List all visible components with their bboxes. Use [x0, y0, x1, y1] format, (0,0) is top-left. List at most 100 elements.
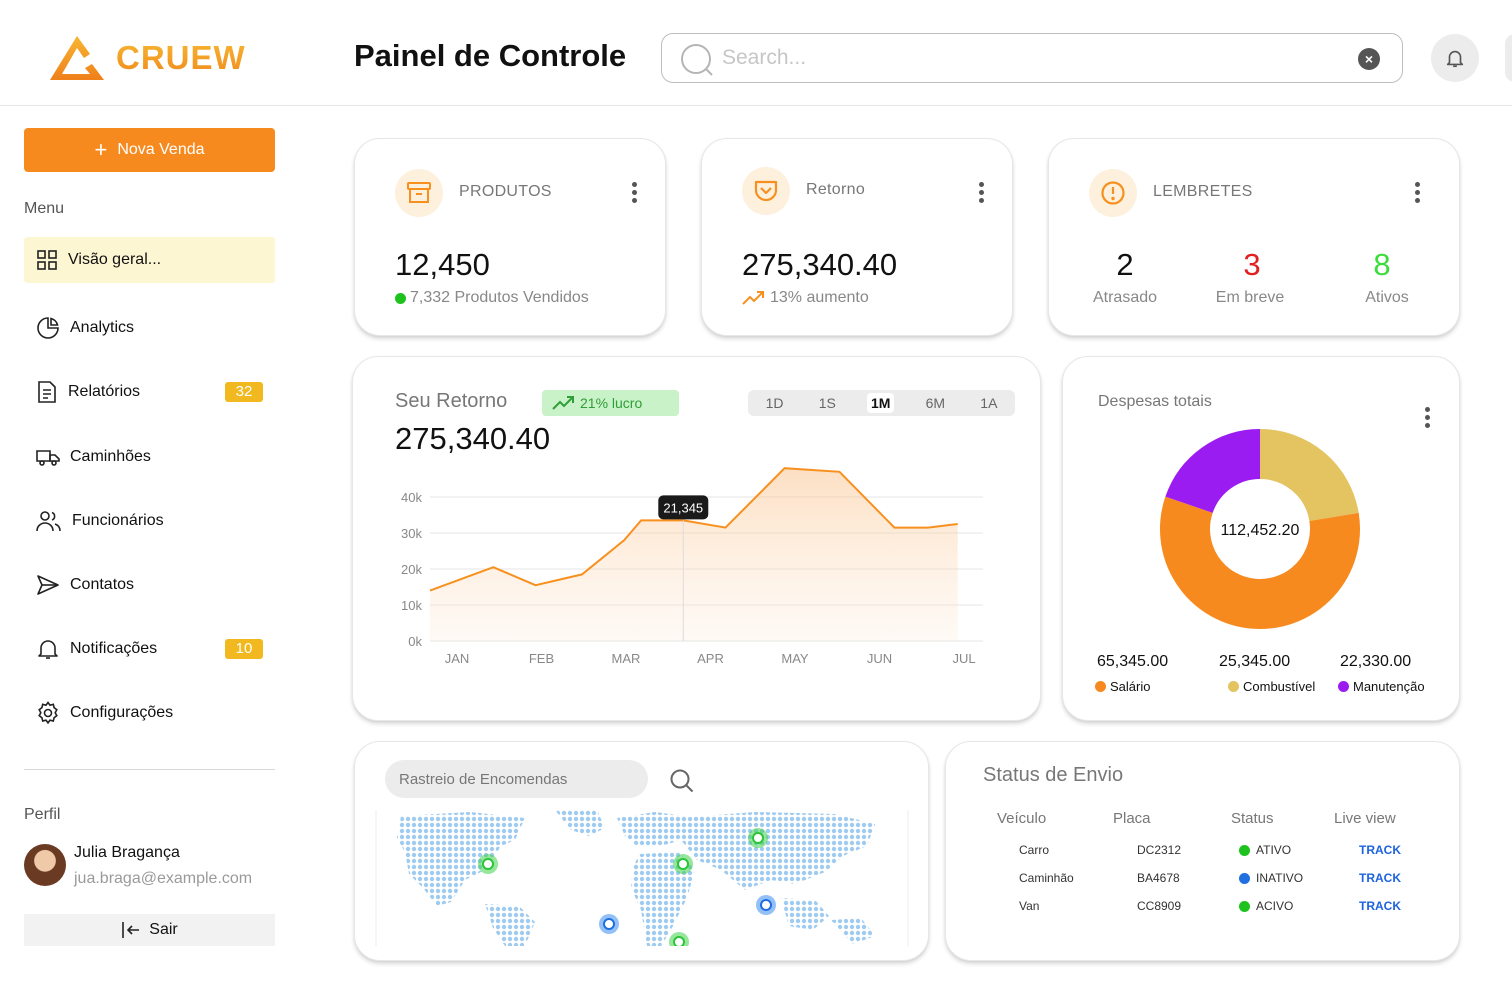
row-veiculo: Van [1019, 899, 1040, 913]
logout-button[interactable]: Sair [24, 914, 275, 946]
gear-icon [38, 701, 58, 725]
green-dot-icon [395, 292, 406, 304]
status-dot-icon [1239, 900, 1250, 912]
row-status: INATIVO [1239, 871, 1303, 885]
retorno-area-chart: 0k 10k 20k 30k 40k JAN FEB MAR APR MAY JUN JUL 21,34… [401, 467, 983, 666]
legend-manutencao: Manutenção [1338, 679, 1425, 694]
col-placa: Placa [1113, 810, 1151, 827]
legend-label: Salário [1110, 679, 1151, 694]
sidebar-divider [24, 769, 275, 770]
search-bar: × [661, 33, 1403, 83]
sidebar-item-employees[interactable]: Funcionários [24, 498, 275, 544]
retorno-label: Retorno [806, 181, 866, 198]
row-status: ACIVO [1239, 899, 1293, 913]
sidebar-item-analytics[interactable]: Analytics [24, 305, 275, 351]
despesas-card: Despesas totais 112,452.20 65,345.00 Sal… [1062, 356, 1460, 721]
pie-icon [37, 317, 59, 339]
x-tick-label: JAN [445, 651, 470, 666]
retorno-menu-icon[interactable] [979, 182, 985, 206]
search-icon[interactable] [669, 768, 695, 794]
new-sale-button[interactable]: + Nova Venda [24, 128, 275, 172]
profile-section-label: Perfil [24, 806, 61, 823]
sidebar-item-label: Relatórios [68, 383, 141, 400]
brand-name: CRUEW [116, 39, 246, 76]
sidebar-item-label: Notificações [70, 640, 158, 657]
tooltip-label: 21,345 [663, 500, 703, 515]
x-tick-label: MAR [612, 651, 641, 666]
produtos-value: 12,450 [395, 247, 490, 282]
col-veiculo: Veículo [997, 810, 1047, 827]
retorno-card: Retorno 275,340.40 13% aumento [701, 138, 1013, 336]
tracking-search-input[interactable]: Rastreio de Encomendas [385, 760, 648, 798]
legend-label: Manutenção [1353, 679, 1425, 694]
users-icon [36, 511, 61, 532]
plus-icon: + [94, 137, 108, 162]
status-dot-icon [1239, 872, 1250, 884]
retorno-chart-card: Seu Retorno 21% lucro 275,340.40 1D 1S 1… [352, 356, 1041, 721]
status-envio-title: Status de Envio [983, 764, 1124, 786]
atrasado-label: Atrasado [1092, 289, 1158, 306]
y-tick-label: 10k [401, 598, 422, 613]
pocket-icon [742, 167, 790, 215]
send-icon [37, 575, 59, 595]
retorno-value: 275,340.40 [742, 247, 898, 282]
col-live-view: Live view [1334, 810, 1396, 827]
produtos-menu-icon[interactable] [632, 182, 638, 206]
area-fill [430, 468, 958, 641]
donut-center-label: 112,452.20 [1221, 522, 1300, 539]
search-icon [681, 44, 713, 76]
box-icon [395, 169, 443, 217]
status-text: ACIVO [1256, 899, 1294, 913]
sidebar-item-settings[interactable]: Configurações [24, 690, 275, 736]
avatar[interactable] [24, 844, 66, 886]
logout-icon [122, 922, 140, 938]
row-veiculo: Caminhão [1019, 871, 1074, 885]
orange-dot-icon [1095, 681, 1106, 692]
status-text: INATIVO [1256, 871, 1304, 885]
notifications-button[interactable] [1431, 34, 1479, 82]
search-input[interactable] [722, 42, 1322, 74]
status-dot-icon [1239, 844, 1250, 856]
sidebar-item-label: Funcionários [72, 512, 164, 529]
alert-icon [1089, 169, 1137, 217]
track-link[interactable]: TRACK [1359, 871, 1401, 885]
sidebar-item-overview[interactable]: Visão geral... [24, 237, 275, 283]
clear-search-button[interactable]: × [1358, 48, 1380, 70]
em-breve-label: Em breve [1215, 289, 1285, 306]
sidebar-item-contacts[interactable]: Contatos [24, 562, 275, 608]
purple-dot-icon [1338, 681, 1349, 692]
trend-up-icon [742, 291, 764, 305]
manutencao-value: 22,330.00 [1340, 653, 1412, 670]
lembretes-label: LEMBRETES [1153, 183, 1253, 200]
atrasado-count: 2 [1116, 247, 1134, 282]
x-tick-label: FEB [529, 651, 554, 666]
y-tick-label: 0k [408, 634, 422, 649]
produtos-card: PRODUTOS 12,450 7,332 Produtos Vendidos [354, 138, 666, 336]
row-placa: DC2312 [1137, 843, 1182, 857]
status-envio-card: Status de Envio Veículo Placa Status Liv… [945, 741, 1460, 961]
despesas-donut-chart: 112,452.20 [1160, 429, 1360, 629]
legend-salario: Salário [1095, 679, 1150, 694]
brand-logo[interactable]: CRUEW [48, 34, 246, 82]
produtos-sub: 7,332 Produtos Vendidos [395, 289, 589, 307]
produtos-label: PRODUTOS [459, 183, 552, 200]
notifications-count-badge: 10 [225, 639, 263, 659]
profile-button[interactable] [1505, 34, 1512, 82]
sidebar-item-trucks[interactable]: Caminhões [24, 434, 275, 480]
track-link[interactable]: TRACK [1359, 899, 1401, 913]
reports-count-badge: 32 [225, 382, 263, 402]
row-veiculo: Carro [1019, 843, 1050, 857]
row-status: ATIVO [1239, 843, 1291, 857]
slice-combustvel [1258, 429, 1359, 523]
legend-combustivel: Combustível [1228, 679, 1315, 694]
sidebar-item-notifications[interactable]: Notificações 10 [24, 626, 275, 672]
track-link[interactable]: TRACK [1359, 843, 1401, 857]
combustivel-value: 25,345.00 [1219, 653, 1291, 670]
logo-icon [50, 36, 104, 80]
ativos-label: Ativos [1365, 289, 1409, 306]
lembretes-menu-icon[interactable] [1415, 182, 1421, 206]
retorno-sub-text: 13% aumento [770, 289, 869, 306]
slice-manuteno [1165, 429, 1262, 514]
sidebar-item-reports[interactable]: Relatórios 32 [24, 369, 275, 415]
x-tick-label: MAY [781, 651, 809, 666]
